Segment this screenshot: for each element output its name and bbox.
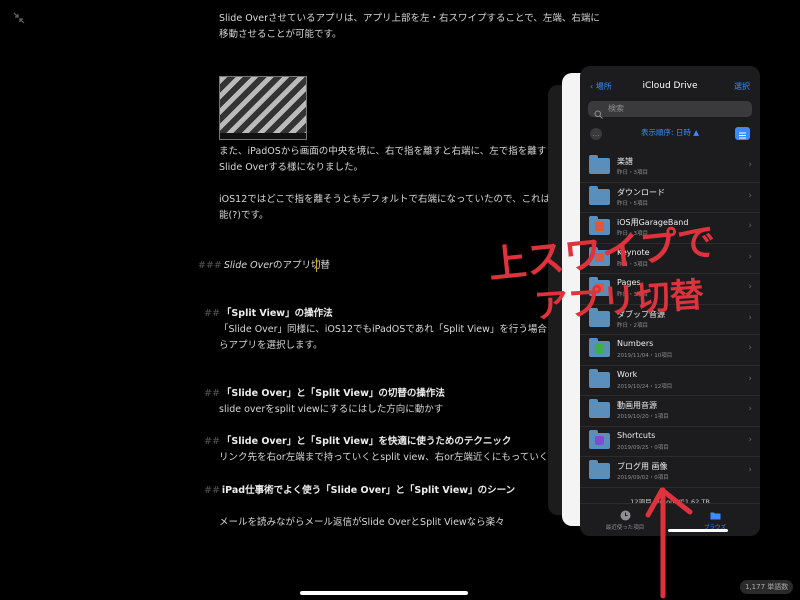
search-field[interactable]: 検索 [588,101,752,119]
heading-toggle: ## 「Slide Over」と「Split View」の切替の操作法 [204,386,445,402]
paragraph-line: Slide Overさせているアプリは、アプリ上部を左・右スワイプすることで、左… [219,13,600,24]
heading-marker: ## [204,388,220,399]
file-name: 楽譜 [617,157,633,166]
text-cursor [316,258,317,272]
paragraph-line: また、iPadOSから画面の中央を境に、右で指を離すと右端に、左で指を離すと左 [219,146,566,157]
paragraph-line: 能(?)です。 [219,210,269,221]
heading-split-view: ## 「Split View」の操作法 [204,306,333,322]
file-meta: 昨日・3項目 [617,170,648,176]
paragraph-line: Slide Overする様になりました。 [219,162,364,173]
paragraph-line: slide overをsplit viewにするにはした方向に動かす [219,404,444,415]
search-icon [594,104,603,123]
search-placeholder: 検索 [608,104,624,113]
heading-marker: ## [204,485,220,496]
chevron-right-icon: › [748,190,752,201]
collapse-icon[interactable] [12,10,26,24]
heading-technique: ## 「Slide Over」と「Split View」を快適に使うためのテクニッ… [204,434,511,450]
heading-text: 「Slide Over」と「Split View」を快適に使うためのテクニック [221,436,512,447]
sort-button[interactable]: 表示順序: 日時 ▲ [580,127,760,138]
file-row[interactable]: 楽譜昨日・3項目 › [580,152,760,183]
embedded-screenshot[interactable] [219,76,307,140]
heading-work-scenes: ## iPad仕事術でよく使う「Slide Over」と「Split View」の… [204,483,515,499]
paragraph-line: らアプリを選択します。 [219,340,323,351]
heading-marker: ## [204,308,220,319]
select-button[interactable]: 選択 [734,81,750,92]
heading-marker: ### [198,260,222,271]
chevron-right-icon: › [748,160,752,170]
nav-title: iCloud Drive [642,81,698,91]
arrow-head [645,487,693,518]
paragraph-line: メールを読みながらメール返信がSlide OverとSplit Viewなら楽々 [219,517,505,528]
heading-emphasis: Slide Over [223,260,273,271]
heading-text: 「Split View」の操作法 [221,308,333,319]
heading-app-switch: ### Slide Overのアプリ切替 [198,258,330,274]
annotation-line2: アプリ切替 [533,275,705,327]
home-indicator[interactable] [300,591,468,595]
heading-marker: ## [204,436,220,447]
heading-text: のアプリ切替 [272,260,330,271]
handwritten-annotation: 上スワイプで アプリ切替 [486,219,718,599]
file-name: ダウンロード [617,187,665,197]
word-count-badge[interactable]: 1,177 単語数 [740,580,794,594]
folder-icon [589,155,610,174]
paragraph-line: 移動させることが可能です。 [219,29,342,40]
list-view-icon[interactable] [735,127,750,140]
heading-text: 「Slide Over」と「Split View」の切替の操作法 [221,388,445,399]
